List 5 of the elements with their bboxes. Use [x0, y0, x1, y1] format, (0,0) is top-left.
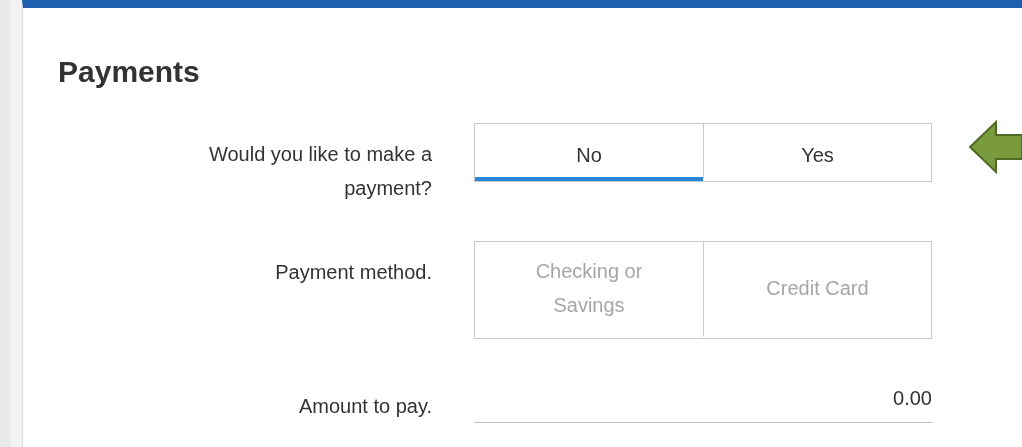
section-title: Payments — [58, 54, 201, 90]
field-label: Amount to pay. — [298, 394, 432, 419]
arrow-icon — [968, 119, 1022, 175]
field-label: Would you like to make a payment? — [207, 142, 432, 201]
field-label: Payment method. — [275, 260, 432, 285]
